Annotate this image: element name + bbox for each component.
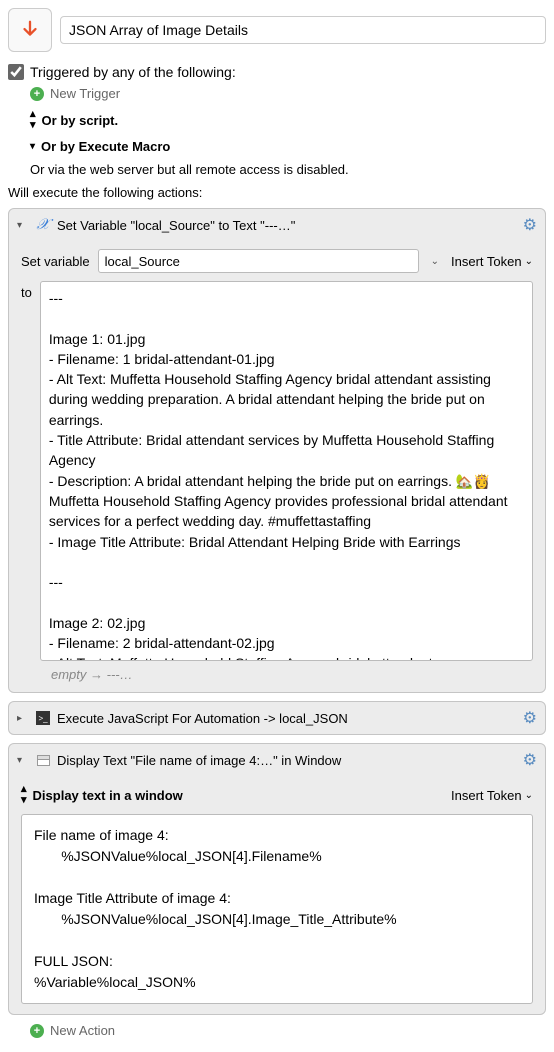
- triggered-by-checkbox[interactable]: [8, 64, 24, 80]
- display-text-textarea[interactable]: File name of image 4: %JSONValue%local_J…: [21, 814, 533, 1004]
- action-set-variable: ▾ 𝒳 Set Variable "local_Source" to Text …: [8, 208, 546, 693]
- variable-dropdown-arrow[interactable]: ⌄: [427, 256, 443, 267]
- display-text-mode-select[interactable]: ▴▾ Display text in a window: [21, 784, 183, 806]
- new-action-row[interactable]: + New Action: [30, 1023, 546, 1038]
- insert-token-button[interactable]: Insert Token ⌄: [451, 254, 533, 269]
- or-by-script-label: Or by script.: [42, 113, 119, 128]
- chevron-down-icon: ▾: [30, 141, 35, 152]
- to-label: to: [21, 281, 32, 300]
- set-variable-label: Set variable: [21, 254, 90, 269]
- text-value-textarea[interactable]: --- Image 1: 01.jpg - Filename: 1 bridal…: [40, 281, 533, 661]
- plus-icon: +: [30, 87, 44, 101]
- or-via-web-label: Or via the web server but all remote acc…: [30, 162, 546, 177]
- disclosure-toggle[interactable]: ▾: [17, 755, 29, 766]
- download-arrow-icon: [19, 19, 41, 41]
- macro-icon[interactable]: [8, 8, 52, 52]
- updown-icon: ▴▾: [21, 784, 27, 806]
- chevron-down-icon: ⌄: [525, 256, 533, 267]
- disclosure-toggle[interactable]: ▸: [17, 713, 29, 724]
- gear-icon[interactable]: ⚙: [523, 215, 537, 235]
- updown-icon: ▴▾: [30, 109, 36, 131]
- action-title: Set Variable "local_Source" to Text "---…: [57, 218, 517, 233]
- new-action-label: New Action: [50, 1023, 115, 1038]
- or-by-execute-macro-label: Or by Execute Macro: [41, 139, 170, 154]
- will-execute-label: Will execute the following actions:: [8, 185, 546, 200]
- terminal-icon: >_: [35, 710, 51, 726]
- gear-icon[interactable]: ⚙: [523, 708, 537, 728]
- action-execute-javascript: ▸ >_ Execute JavaScript For Automation -…: [8, 701, 546, 735]
- new-trigger-label: New Trigger: [50, 86, 120, 101]
- action-title: Display Text "File name of image 4:…" in…: [57, 753, 517, 768]
- insert-token-button[interactable]: Insert Token ⌄: [451, 788, 533, 803]
- or-by-script-row[interactable]: ▴▾ Or by script.: [30, 109, 546, 131]
- plus-icon: +: [30, 1024, 44, 1038]
- action-display-text: ▾ Display Text "File name of image 4:…" …: [8, 743, 546, 1015]
- variable-x-icon: 𝒳: [35, 217, 51, 233]
- or-by-execute-macro-row[interactable]: ▾ Or by Execute Macro: [30, 139, 546, 154]
- disclosure-toggle[interactable]: ▾: [17, 220, 29, 231]
- window-icon: [35, 752, 51, 768]
- gear-icon[interactable]: ⚙: [523, 750, 537, 770]
- new-trigger-row[interactable]: + New Trigger: [30, 86, 546, 101]
- triggered-by-label: Triggered by any of the following:: [30, 64, 236, 80]
- variable-name-input[interactable]: [98, 249, 419, 273]
- action-title: Execute JavaScript For Automation -> loc…: [57, 711, 517, 726]
- empty-note: empty → ---…: [51, 667, 533, 682]
- macro-title-input[interactable]: [60, 16, 546, 44]
- chevron-down-icon: ⌄: [525, 790, 533, 801]
